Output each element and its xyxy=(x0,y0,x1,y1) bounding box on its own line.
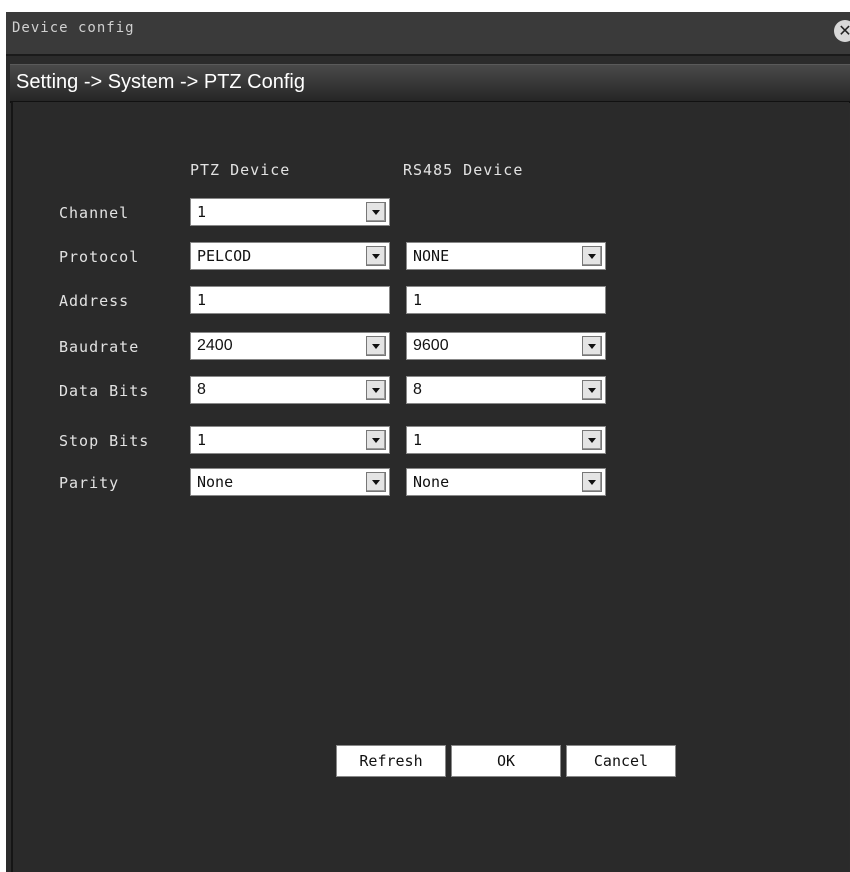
chevron-down-icon[interactable] xyxy=(366,380,386,400)
ptz-parity-value: None xyxy=(197,473,234,491)
rs485-device-header: RS485 Device xyxy=(403,161,524,179)
chevron-down-icon[interactable] xyxy=(582,380,602,400)
chevron-down-icon[interactable] xyxy=(582,430,602,450)
ptz-protocol-select[interactable]: PELCOD xyxy=(190,242,390,270)
ptz-stop-bits-value: 1 xyxy=(197,431,207,449)
channel-select[interactable]: 1 xyxy=(190,198,390,226)
rs485-address-input[interactable]: 1 xyxy=(406,286,606,314)
address-label: Address xyxy=(59,292,130,310)
rs485-baudrate-value: 9600 xyxy=(413,337,449,354)
chevron-down-icon[interactable] xyxy=(366,430,386,450)
rs485-parity-select[interactable]: None xyxy=(406,468,606,496)
chevron-down-icon[interactable] xyxy=(366,472,386,492)
rs485-data-bits-value: 8 xyxy=(413,381,422,398)
ptz-data-bits-select[interactable]: 8 xyxy=(190,376,390,404)
cancel-button[interactable]: Cancel xyxy=(566,745,676,777)
ptz-baudrate-value: 2400 xyxy=(197,337,233,354)
ptz-data-bits-value: 8 xyxy=(197,381,206,398)
chevron-down-icon[interactable] xyxy=(366,336,386,356)
rs485-protocol-value: NONE xyxy=(413,247,450,265)
ptz-parity-select[interactable]: None xyxy=(190,468,390,496)
rs485-parity-value: None xyxy=(413,473,450,491)
refresh-button[interactable]: Refresh xyxy=(336,745,446,777)
close-icon[interactable]: ✕ xyxy=(834,20,850,42)
ptz-baudrate-select[interactable]: 2400 xyxy=(190,332,390,360)
stop-bits-label: Stop Bits xyxy=(59,432,150,450)
rs485-stop-bits-select[interactable]: 1 xyxy=(406,426,606,454)
title-bar[interactable]: Device config ✕ xyxy=(6,12,850,56)
device-config-window: Device config ✕ Setting -> System -> PTZ… xyxy=(6,12,850,872)
ptz-protocol-value: PELCOD xyxy=(197,247,252,265)
ptz-address-input[interactable]: 1 xyxy=(190,286,390,314)
ptz-stop-bits-select[interactable]: 1 xyxy=(190,426,390,454)
parity-label: Parity xyxy=(59,474,120,492)
rs485-address-value: 1 xyxy=(413,291,423,309)
breadcrumb-bar: Setting -> System -> PTZ Config xyxy=(10,64,850,103)
data-bits-label: Data Bits xyxy=(59,382,150,400)
breadcrumb: Setting -> System -> PTZ Config xyxy=(16,71,305,93)
channel-label: Channel xyxy=(59,204,130,222)
ptz-address-value: 1 xyxy=(197,291,207,309)
baudrate-label: Baudrate xyxy=(59,338,140,356)
channel-value: 1 xyxy=(197,203,207,221)
rs485-stop-bits-value: 1 xyxy=(413,431,423,449)
chevron-down-icon[interactable] xyxy=(366,202,386,222)
chevron-down-icon[interactable] xyxy=(582,472,602,492)
rs485-baudrate-select[interactable]: 9600 xyxy=(406,332,606,360)
ptz-device-header: PTZ Device xyxy=(190,161,291,179)
chevron-down-icon[interactable] xyxy=(582,336,602,356)
chevron-down-icon[interactable] xyxy=(582,246,602,266)
ok-button[interactable]: OK xyxy=(451,745,561,777)
rs485-data-bits-select[interactable]: 8 xyxy=(406,376,606,404)
window-title: Device config xyxy=(12,20,135,36)
chevron-down-icon[interactable] xyxy=(366,246,386,266)
protocol-label: Protocol xyxy=(59,248,140,266)
rs485-protocol-select[interactable]: NONE xyxy=(406,242,606,270)
